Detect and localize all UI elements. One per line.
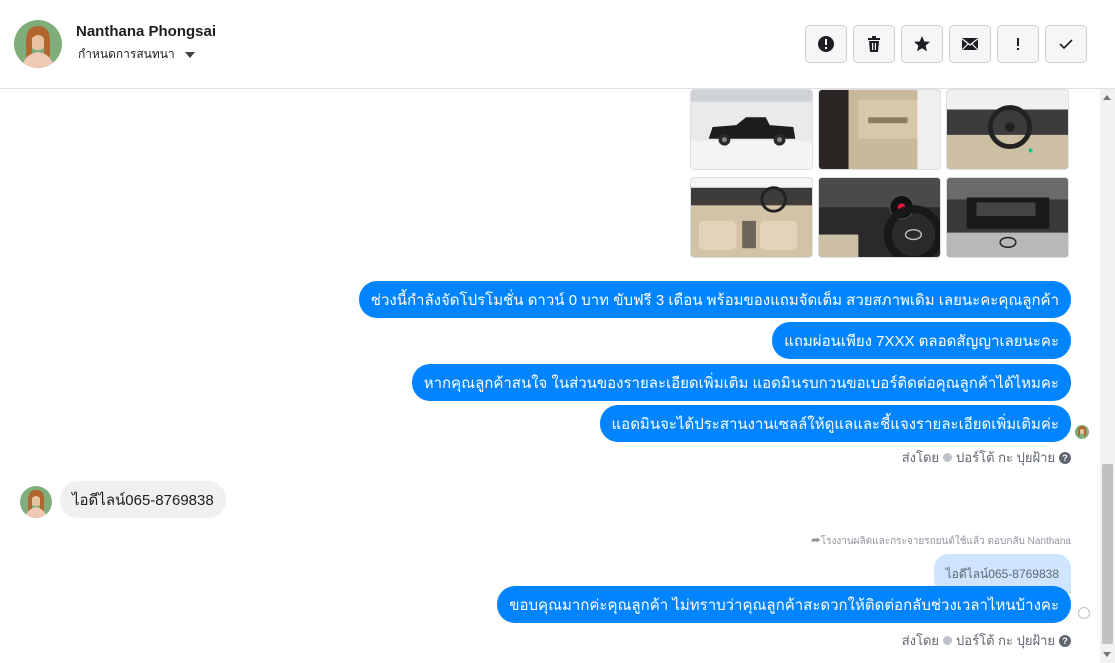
thread-scrollbar[interactable] bbox=[1100, 89, 1115, 663]
outgoing-message[interactable]: แอดมินจะได้ประสานงานเซลล์ให้ดูแลและชี้แจ… bbox=[599, 405, 1071, 442]
exclamation-icon bbox=[1017, 38, 1019, 50]
check-icon bbox=[1059, 39, 1073, 50]
sent-by-line: ส่งโดย ปอร์โต้ กะ ปุยฝ้าย ? bbox=[902, 630, 1071, 651]
page-badge-icon bbox=[943, 636, 953, 645]
scroll-down-icon[interactable] bbox=[1103, 652, 1111, 657]
page-badge-icon bbox=[943, 453, 953, 462]
help-icon[interactable]: ? bbox=[1059, 634, 1071, 647]
contact-name[interactable]: Nanthana Phongsai bbox=[76, 23, 216, 40]
delete-button[interactable] bbox=[853, 25, 895, 63]
star-button[interactable] bbox=[901, 25, 943, 63]
delivered-icon bbox=[1078, 607, 1090, 619]
incoming-message[interactable]: ไอดีไลน์065-8769838 bbox=[60, 481, 226, 518]
seen-avatar bbox=[1075, 425, 1089, 439]
car-photo-2[interactable] bbox=[818, 89, 941, 170]
scroll-up-icon[interactable] bbox=[1103, 95, 1111, 100]
mark-unread-button[interactable] bbox=[949, 25, 991, 63]
sent-by-label: ส่งโดย bbox=[901, 450, 940, 465]
conversation-toolbar bbox=[805, 25, 1087, 63]
scroll-thumb[interactable] bbox=[1102, 464, 1113, 644]
outgoing-message[interactable]: แถมผ่อนเพียง 7XXX ตลอดสัญญาเลยนะคะ bbox=[772, 322, 1071, 359]
sent-by-name[interactable]: ปอร์โต้ กะ ปุยฝ้าย bbox=[956, 447, 1055, 468]
mark-done-button[interactable] bbox=[1045, 25, 1087, 63]
sent-by-label: ส่งโดย bbox=[901, 633, 940, 648]
sent-by-line: ส่งโดย ปอร์โต้ กะ ปุยฝ้าย ? bbox=[902, 447, 1071, 468]
conversation-settings-label: กำหนดการสนทนา bbox=[78, 47, 175, 61]
outgoing-message[interactable]: ขอบคุณมากค่ะคุณลูกค้า ไม่ทราบว่าคุณลูกค้… bbox=[497, 586, 1071, 623]
conversation-settings[interactable]: กำหนดการสนทนา bbox=[78, 45, 195, 64]
outgoing-message[interactable]: หากคุณลูกค้าสนใจ ในส่วนของรายละเอียดเพิ่… bbox=[411, 364, 1071, 401]
car-photo-6[interactable] bbox=[946, 177, 1069, 258]
star-icon bbox=[914, 36, 930, 52]
alert-circle-icon bbox=[818, 36, 834, 52]
trash-icon bbox=[868, 36, 880, 52]
mark-spam-button[interactable] bbox=[805, 25, 847, 63]
contact-avatar-small[interactable] bbox=[20, 486, 52, 518]
outgoing-message[interactable]: ช่วงนี้กำลังจัดโปรโมชั่น ดาวน์ 0 บาท ขับ… bbox=[358, 281, 1071, 318]
help-icon[interactable]: ? bbox=[1059, 451, 1071, 464]
conversation-header: Nanthana Phongsai กำหนดการสนทนา bbox=[0, 0, 1115, 89]
car-photo-3[interactable] bbox=[946, 89, 1069, 170]
reply-arrow-icon: ⮫ bbox=[811, 536, 821, 547]
follow-up-button[interactable] bbox=[997, 25, 1039, 63]
reply-note: ⮫โรงงานผลิตและกระจายรถยนต์ใช้แล้ว ตอบกลั… bbox=[811, 536, 1071, 547]
caret-down-icon bbox=[184, 51, 195, 58]
contact-avatar[interactable] bbox=[14, 20, 62, 68]
sent-by-name[interactable]: ปอร์โต้ กะ ปุยฝ้าย bbox=[956, 630, 1055, 651]
envelope-icon bbox=[962, 38, 978, 50]
car-photo-4[interactable] bbox=[690, 177, 813, 258]
car-photo-1[interactable] bbox=[690, 89, 813, 170]
car-photo-5[interactable] bbox=[818, 177, 941, 258]
message-thread: ช่วงนี้กำลังจัดโปรโมชั่น ดาวน์ 0 บาท ขับ… bbox=[0, 89, 1100, 663]
